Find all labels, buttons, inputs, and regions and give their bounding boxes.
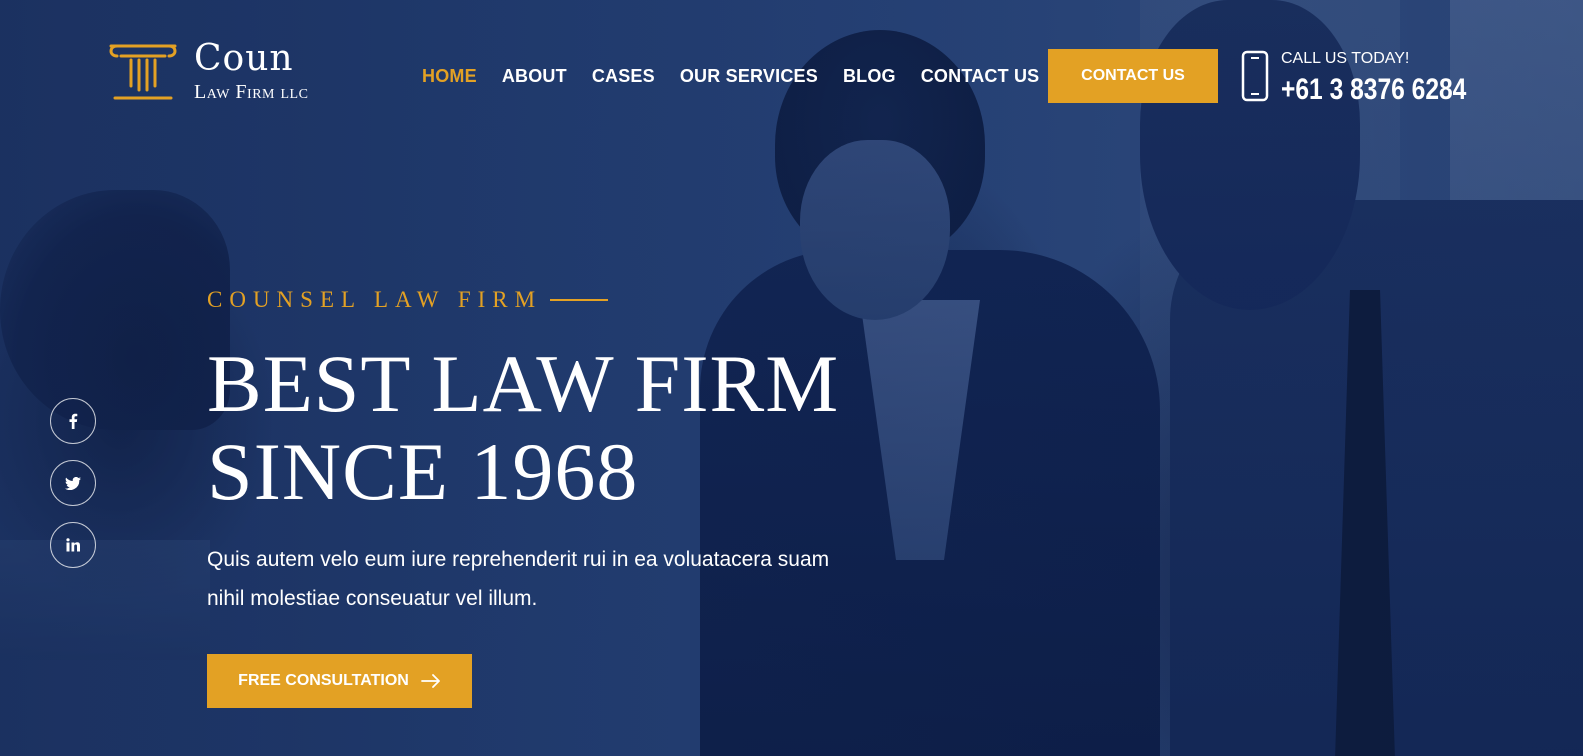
phone-contact[interactable]: CALL US TODAY! +61 3 8376 6284 [1241, 50, 1507, 108]
linkedin-icon[interactable] [50, 522, 96, 568]
nav-item-about[interactable]: ABOUT [502, 66, 567, 87]
headline-line-1: BEST LAW FIRM [207, 338, 840, 429]
eyebrow-divider [550, 299, 609, 301]
column-pillar-icon [109, 44, 177, 100]
social-links [50, 398, 96, 568]
headline-line-2: SINCE 1968 [207, 426, 639, 517]
nav-item-contact-us[interactable]: CONTACT US [921, 66, 1040, 87]
twitter-icon[interactable] [50, 460, 96, 506]
nav-item-our-services[interactable]: OUR SERVICES [680, 66, 818, 87]
brand-subtitle: Law Firm llc [194, 81, 309, 103]
facebook-icon[interactable] [50, 398, 96, 444]
arrow-right-icon [420, 674, 440, 688]
brand-name: Coun [194, 40, 294, 78]
free-consultation-label: FREE CONSULTATION [238, 672, 409, 689]
brand-logo[interactable]: Coun Law Firm llc [107, 40, 308, 104]
hero-eyebrow: COUNSEL LAW FIRM [207, 287, 609, 313]
smartphone-icon [1241, 50, 1269, 102]
phone-number: +61 3 8376 6284 [1281, 73, 1467, 106]
free-consultation-button[interactable]: FREE CONSULTATION [207, 654, 472, 708]
eyebrow-text: COUNSEL LAW FIRM [207, 287, 543, 312]
nav-item-home[interactable]: HOME [422, 66, 477, 87]
phone-label: CALL US TODAY! [1281, 50, 1410, 67]
main-nav: HOME ABOUT CASES OUR SERVICES BLOG CONTA… [422, 66, 1064, 87]
hero-description: Quis autem velo eum iure reprehenderit r… [207, 548, 830, 610]
nav-item-cases[interactable]: CASES [592, 66, 655, 87]
nav-item-blog[interactable]: BLOG [843, 66, 896, 87]
hero-headline: BEST LAW FIRM SINCE 1968 [207, 340, 839, 516]
contact-us-button[interactable]: CONTACT US [1048, 49, 1218, 103]
